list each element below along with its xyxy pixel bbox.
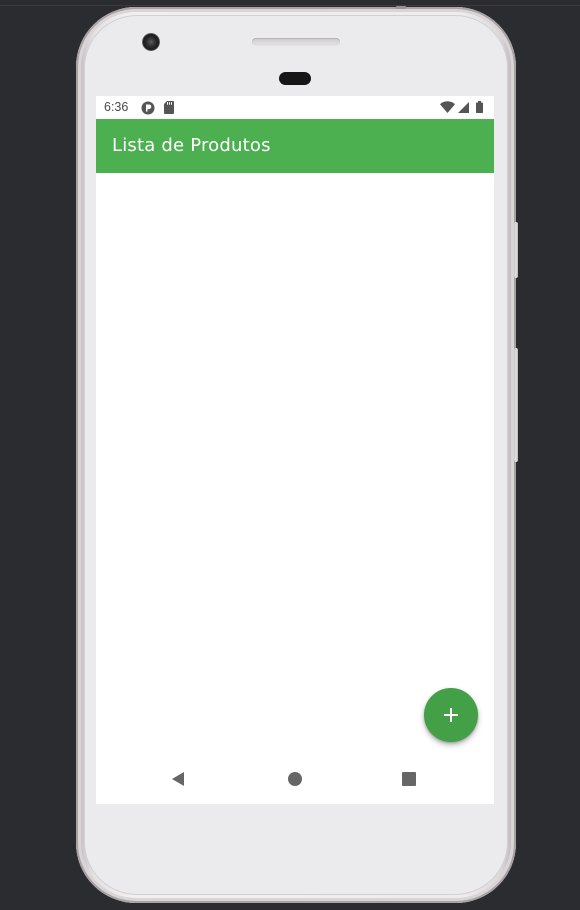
cellular-signal-icon [458, 102, 469, 113]
earpiece-speaker [252, 38, 340, 46]
battery-icon [476, 101, 483, 113]
add-product-button[interactable] [424, 688, 478, 742]
proximity-sensor [279, 72, 311, 85]
app-notification-icon [141, 101, 155, 118]
plus-icon [444, 708, 458, 722]
device-top-button [396, 6, 406, 9]
app-bar: Lista de Produtos [96, 119, 494, 173]
back-button[interactable] [168, 768, 190, 790]
volume-button[interactable] [514, 348, 518, 462]
wifi-icon [440, 101, 455, 113]
status-right-icons [440, 101, 486, 117]
page-title: Lista de Produtos [112, 135, 271, 156]
navigation-bar [96, 754, 494, 804]
recents-icon [402, 772, 416, 786]
front-camera [142, 33, 160, 51]
status-time: 6:36 [104, 100, 129, 114]
home-icon [288, 772, 302, 786]
status-bar: 6:36 [96, 96, 494, 119]
power-button[interactable] [514, 222, 518, 278]
product-list[interactable] [96, 173, 494, 746]
home-button[interactable] [284, 768, 306, 790]
emulator-top-border [0, 5, 580, 6]
back-icon [172, 772, 184, 786]
recents-button[interactable] [398, 768, 420, 790]
sd-card-icon [164, 101, 174, 117]
device-screen: 6:36 Lista de Produtos [96, 96, 494, 804]
